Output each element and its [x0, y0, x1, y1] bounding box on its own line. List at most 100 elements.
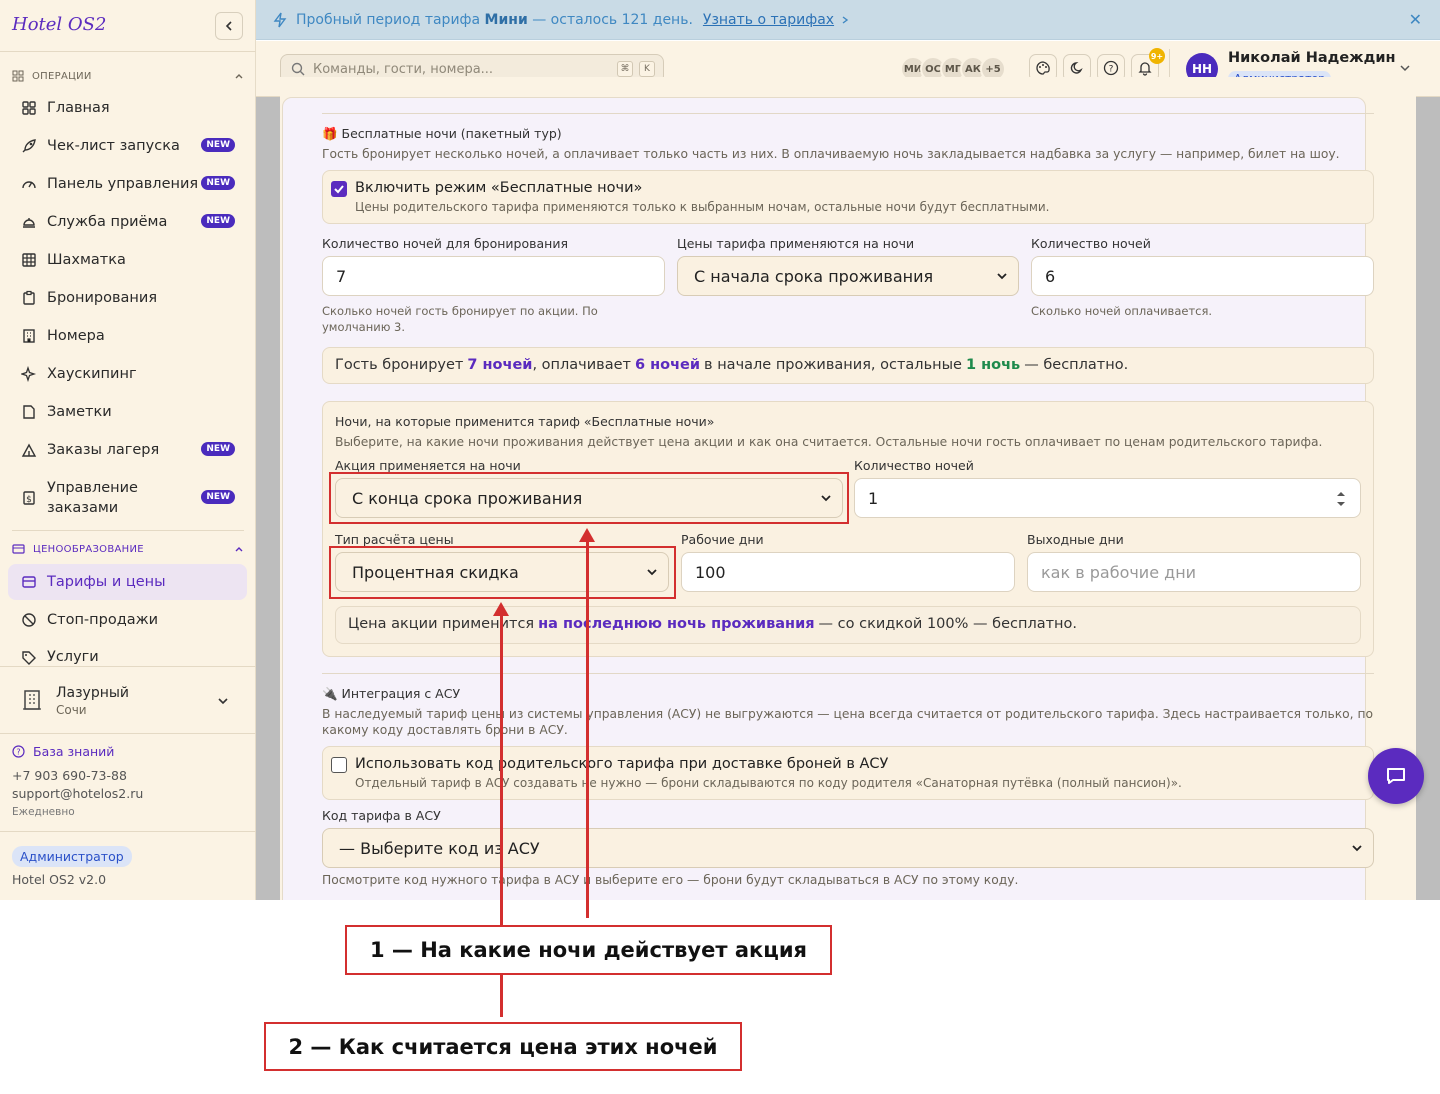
- banner-pricing-link[interactable]: Узнать о тарифах: [703, 12, 834, 28]
- annotation-arrow-1: [586, 540, 589, 900]
- note-icon: [23, 405, 35, 419]
- weekend-input[interactable]: как в рабочие дни: [1027, 552, 1361, 592]
- sidebar-item-label: Хаускипинг: [47, 366, 137, 382]
- result-nights-link: на последнюю ночь проживания: [538, 616, 815, 632]
- promo-count-input[interactable]: 1: [854, 478, 1361, 518]
- sidebar-item-label: Панель управления: [47, 176, 199, 192]
- sidebar-item-label: Заказы лагеря: [47, 442, 160, 458]
- banner-text-after: — осталось 121 день.: [532, 11, 693, 28]
- free-nights-summary: Гость бронирует 7 ночей , оплачивает 6 н…: [335, 357, 1128, 373]
- dashboard-icon: [22, 101, 36, 115]
- section-divider: [322, 673, 1374, 674]
- calc-type-label: Тип расчёта цены: [335, 532, 454, 547]
- sidebar-item-home[interactable]: Главная: [8, 90, 247, 126]
- free-nights-toggle-box[interactable]: [322, 170, 1374, 224]
- clipboard-icon: [23, 290, 35, 305]
- knowledge-base-link[interactable]: ? База знаний: [12, 744, 114, 759]
- hotel-switcher[interactable]: Лазурный Сочи: [0, 666, 256, 734]
- palette-icon: [1036, 61, 1050, 75]
- weekend-label: Выходные дни: [1027, 532, 1124, 547]
- sidebar: Hotel OS2 ОПЕРАЦИИ Главная Чек-лист запу…: [0, 0, 256, 900]
- banner-close-icon[interactable]: ✕: [1409, 10, 1422, 29]
- gauge-icon: [22, 181, 36, 189]
- asu-toggle-label[interactable]: Использовать код родительского тарифа пр…: [355, 756, 888, 772]
- section-label: ОПЕРАЦИИ: [32, 70, 92, 82]
- collapse-sidebar-button[interactable]: [215, 12, 243, 40]
- tag-icon: [22, 651, 36, 665]
- card-icon: [12, 544, 25, 554]
- paid-nights-input[interactable]: 6: [1031, 256, 1374, 296]
- role-badge: Администратор: [12, 846, 132, 867]
- sidebar-item-notes[interactable]: Заметки: [8, 394, 247, 430]
- stepper-icon[interactable]: [1336, 489, 1346, 509]
- hotel-building-icon: [23, 690, 41, 710]
- tent-icon: [21, 443, 37, 457]
- chevron-down-icon[interactable]: [1398, 61, 1412, 75]
- app-window: Hotel OS2 ОПЕРАЦИИ Главная Чек-лист запу…: [0, 0, 1440, 900]
- new-badge: NEW: [201, 176, 235, 190]
- dashboard-icon: [12, 70, 24, 82]
- asu-code-hint: Посмотрите код нужного тарифа в АСУ и вы…: [322, 873, 1019, 887]
- sparkle-icon: [21, 366, 37, 382]
- summary-text: Гость бронирует: [335, 357, 464, 373]
- annotation-arrow-1-tail: [586, 900, 589, 918]
- sidebar-item-services[interactable]: Услуги: [8, 640, 247, 666]
- sidebar-item-bookings[interactable]: Бронирования: [8, 280, 247, 316]
- sidebar-item-chessboard[interactable]: Шахматка: [8, 242, 247, 278]
- chat-button[interactable]: [1368, 748, 1424, 804]
- promo-nights-title: Ночи, на которые применится тариф «Беспл…: [335, 414, 715, 429]
- free-nights-toggle-label[interactable]: Включить режим «Бесплатные ночи»: [355, 180, 642, 196]
- free-nights-toggle-hint: Цены родительского тарифа применяются то…: [355, 200, 1050, 214]
- support-email[interactable]: support@hotelos2.ru: [12, 786, 143, 801]
- chevron-down-icon: [218, 698, 228, 705]
- sidebar-item-label: Управление заказами: [47, 480, 138, 516]
- booking-nights-hint: Сколько ночей гость бронирует по акции. …: [322, 304, 598, 334]
- booking-nights-input[interactable]: 7: [322, 256, 665, 296]
- chat-icon: [1387, 768, 1405, 784]
- section-operations[interactable]: ОПЕРАЦИИ: [12, 70, 244, 82]
- highlight-box-calc: [329, 546, 676, 599]
- support-phone[interactable]: +7 903 690-73-88: [12, 768, 127, 783]
- grid-icon: [22, 253, 36, 267]
- weekday-input[interactable]: 100: [681, 552, 1015, 592]
- sidebar-divider: [12, 530, 244, 531]
- promo-count-label: Количество ночей: [854, 458, 974, 473]
- new-badge: NEW: [201, 490, 235, 504]
- asu-toggle-hint: Отдельный тариф в АСУ создавать не нужно…: [355, 776, 1182, 790]
- sidebar-divider: [0, 51, 256, 52]
- sidebar-item-rooms[interactable]: Номера: [8, 318, 247, 354]
- section-pricing[interactable]: ЦЕНООБРАЗОВАНИЕ: [12, 543, 244, 555]
- help-circle-icon: ?: [12, 745, 25, 758]
- free-nights-title: 🎁 Бесплатные ночи (пакетный тур): [322, 126, 562, 141]
- sidebar-item-label: Стоп-продажи: [47, 612, 159, 628]
- sidebar-item-order-management[interactable]: $ Управление заказами NEW: [8, 470, 247, 526]
- free-nights-checkbox[interactable]: [331, 181, 347, 197]
- sidebar-item-camp-orders[interactable]: Заказы лагеря NEW: [8, 432, 247, 468]
- sidebar-item-stop-sales[interactable]: Стоп-продажи: [8, 602, 247, 638]
- sidebar-item-tariffs[interactable]: Тарифы и цены: [8, 564, 247, 600]
- apply-nights-select[interactable]: С начала срока проживания: [677, 256, 1019, 296]
- chevron-down-icon: [997, 273, 1007, 280]
- moon-icon: [1070, 62, 1083, 74]
- chevron-up-icon: [235, 74, 243, 79]
- dollar-doc-icon: $: [23, 491, 35, 505]
- asu-parent-code-checkbox[interactable]: [331, 757, 347, 773]
- chevron-up-icon: [235, 547, 243, 552]
- sidebar-item-control-panel[interactable]: Панель управления NEW: [8, 166, 247, 202]
- sidebar-item-label: Служба приёма: [47, 214, 168, 230]
- asu-code-select[interactable]: — Выберите код из АСУ: [322, 828, 1374, 868]
- promo-count-value: 1: [868, 488, 879, 508]
- hotel-name: Лазурный: [56, 685, 130, 701]
- sidebar-item-front-desk[interactable]: Служба приёма NEW: [8, 204, 247, 240]
- sidebar-item-checklist[interactable]: Чек-лист запуска NEW: [8, 128, 247, 164]
- sidebar-divider: [0, 831, 256, 832]
- ban-icon: [22, 613, 36, 627]
- asu-toggle-box[interactable]: [322, 746, 1374, 800]
- sidebar-item-label: Шахматка: [47, 252, 126, 268]
- app-version: Hotel OS2 v2.0: [12, 872, 107, 887]
- support-schedule: Ежедневно: [12, 806, 75, 818]
- user-name[interactable]: Николай Надеждин: [1228, 50, 1396, 66]
- chevron-down-icon: [1352, 845, 1362, 852]
- asu-title: 🔌 Интеграция с АСУ: [322, 686, 461, 701]
- sidebar-item-housekeeping[interactable]: Хаускипинг: [8, 356, 247, 392]
